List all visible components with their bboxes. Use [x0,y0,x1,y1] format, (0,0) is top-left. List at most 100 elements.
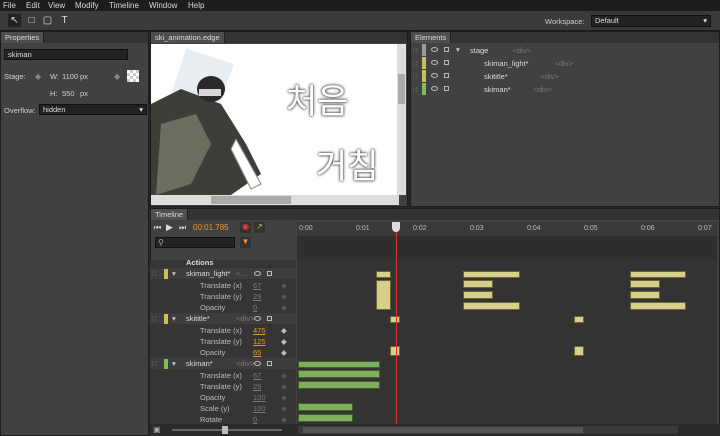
go-to-start-icon[interactable]: ⏮ [154,223,161,233]
tab-elements[interactable]: Elements [411,32,452,43]
keyframe-bar[interactable] [298,361,380,368]
menu-modify[interactable]: Modify [75,1,99,10]
width-value[interactable]: 1100 [62,72,78,81]
lock-icon[interactable] [267,271,272,276]
lock-icon[interactable] [267,361,272,366]
playhead-handle[interactable] [392,222,400,232]
expand-triangle-icon[interactable]: ▾ [172,358,176,369]
keyframe-bar[interactable] [376,271,391,278]
keyframe-icon[interactable]: ◆ [281,392,287,403]
tab-properties[interactable]: Properties [1,32,45,43]
timeline-row[interactable]: Opacity 100 ◆ [150,392,296,403]
keyframe-bar[interactable] [298,381,380,389]
keyframe-block[interactable] [376,280,391,310]
menu-edit[interactable]: Edit [26,1,40,10]
keyframe-bar[interactable] [630,302,686,310]
keyframe-bar[interactable] [463,291,493,299]
rectangle-tool-icon[interactable]: □ [25,14,38,27]
keyframe-bar[interactable] [298,414,353,422]
transition-icon[interactable]: ↗ [254,222,265,233]
eye-icon[interactable] [431,60,438,65]
keyframe-block[interactable] [574,346,584,356]
timeline-row[interactable]: Translate (y) 125 ◆ [150,336,296,347]
property-value[interactable]: 475 [253,325,266,336]
height-value[interactable]: 550 [62,89,75,98]
property-value[interactable]: 67 [253,280,261,291]
background-color-swatch[interactable] [127,70,139,82]
menu-timeline[interactable]: Timeline [109,1,139,10]
lock-icon[interactable] [444,73,449,78]
keyframe-bar[interactable] [630,271,686,278]
element-row[interactable]: ∷ skiman* <div> [411,83,716,95]
property-value[interactable]: 125 [253,336,266,347]
keyframe-bar[interactable] [630,291,660,299]
overflow-select[interactable]: hidden ▾ [39,104,147,115]
lock-icon[interactable] [444,60,449,65]
timeline-row[interactable]: ∷ ▾ skiman_light* <... [150,268,296,279]
keyframe-icon[interactable]: ◆ [281,336,287,347]
keyframe-icon[interactable]: ◆ [281,302,287,313]
property-value[interactable]: 0 [253,302,257,313]
timeline-row[interactable]: Actions [150,257,296,268]
zoom-fit-icon[interactable]: ▣ [153,425,161,434]
zoom-slider[interactable] [172,426,282,434]
tab-stage[interactable]: ski_animation.edge [151,32,225,43]
timeline-row[interactable]: ∷ ▾ skiman* <div> [150,358,296,369]
text-tool-icon[interactable]: T [58,14,71,27]
timeline-scrollbar[interactable] [298,426,678,434]
property-value[interactable]: 67 [253,370,261,381]
keyframe-block[interactable] [390,346,400,356]
keyframe-bar[interactable] [463,271,520,278]
timeline-row[interactable]: Translate (y) 29 ◆ [150,291,296,302]
auto-keyframe-icon[interactable]: ◉ [240,222,251,233]
expand-triangle-icon[interactable]: ▾ [172,268,176,279]
expand-triangle-icon[interactable]: ▾ [172,313,176,324]
keyframe-bar[interactable] [630,280,660,288]
keyframe-icon[interactable]: ◆ [281,325,287,336]
element-row[interactable]: ∷ skiman_light* <div> [411,57,716,69]
go-to-end-icon[interactable]: ⏭ [179,223,186,233]
property-value[interactable]: 29 [253,381,261,392]
property-value[interactable]: 100 [253,392,266,403]
workspace-select[interactable]: Default ▾ [591,15,711,27]
property-value[interactable]: 100 [253,403,266,414]
property-value[interactable]: 65 [253,347,261,358]
timeline-filter-input[interactable]: ⚲ [155,237,235,248]
keyframe-bar[interactable] [298,403,353,411]
timeline-row[interactable]: Translate (x) 67 ◆ [150,370,296,381]
menu-window[interactable]: Window [149,1,177,10]
property-value[interactable]: 29 [253,291,261,302]
lock-icon[interactable] [444,86,449,91]
keyframe-bar[interactable] [463,280,493,288]
keyframe-icon[interactable]: ◆ [114,72,120,81]
eye-icon[interactable] [254,361,261,366]
element-row[interactable]: ∷ ▾ stage <div> [411,44,716,56]
keyframe-icon[interactable]: ◆ [281,280,287,291]
timeline-row[interactable]: Scale (y) 100 ◆ [150,403,296,414]
tab-timeline[interactable]: Timeline [151,209,189,220]
timeline-row[interactable]: Opacity 65 ◆ [150,347,296,358]
expand-triangle-icon[interactable]: ▾ [456,45,460,54]
stage-vertical-scrollbar[interactable] [397,44,406,195]
timeline-row[interactable]: ∷ ▾ skititle* <div> [150,313,296,324]
eye-icon[interactable] [431,47,438,52]
eye-icon[interactable] [431,73,438,78]
playhead[interactable] [396,222,397,424]
stage-horizontal-scrollbar[interactable] [151,195,399,205]
keyframe-bar[interactable] [463,302,520,310]
eye-icon[interactable] [254,271,261,276]
time-ruler[interactable]: 0:00 0:01 0:02 0:03 0:04 0:05 0:06 0:07 [297,222,717,236]
menu-file[interactable]: File [3,1,16,10]
timeline-row[interactable]: Opacity 0 ◆ [150,302,296,313]
element-row[interactable]: ∷ skititle* <div> [411,70,716,82]
menu-view[interactable]: View [48,1,65,10]
keyframe-bar[interactable] [574,316,584,323]
eye-icon[interactable] [254,316,261,321]
timeline-row[interactable]: Translate (x) 67 ◆ [150,280,296,291]
keyframe-icon[interactable]: ◆ [281,381,287,392]
element-name-field[interactable]: skiman [4,49,128,60]
current-time[interactable]: 00:01.785 [193,223,229,232]
eye-icon[interactable] [431,86,438,91]
rounded-rectangle-tool-icon[interactable]: ▢ [41,14,54,27]
keyframe-icon[interactable]: ◆ [281,403,287,414]
